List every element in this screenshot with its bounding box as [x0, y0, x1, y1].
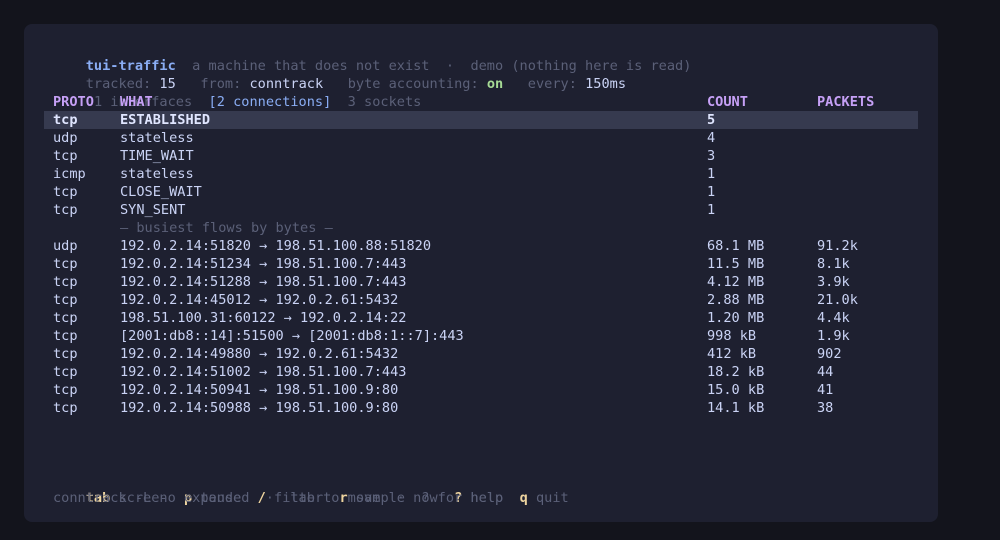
table-row[interactable]: icmp stateless 1: [53, 165, 913, 183]
table-row[interactable]: tcp SYN_SENT 1: [53, 201, 913, 219]
key-quit-label: quit: [535, 490, 569, 506]
byte-accounting-value: on: [486, 76, 504, 92]
table-row[interactable]: tcp 192.0.2.14:51288 → 198.51.100.7:443 …: [53, 273, 913, 291]
table-row[interactable]: tcp [2001:db8::14]:51500 → [2001:db8:1::…: [53, 327, 913, 345]
interval-value: 150ms: [585, 76, 626, 92]
table-row[interactable]: tcp CLOSE_WAIT 1: [53, 183, 913, 201]
title-line: tui-traffic a machine that does not exis…: [53, 39, 692, 74]
flows-divider: — busiest flows by bytes —: [120, 220, 333, 236]
table-row[interactable]: tcp 192.0.2.14:49880 → 192.0.2.61:5432 4…: [53, 345, 913, 363]
table-row[interactable]: tcp 192.0.2.14:50988 → 198.51.100.9:80 1…: [53, 399, 913, 417]
table-row[interactable]: udp 192.0.2.14:51820 → 198.51.100.88:518…: [53, 237, 913, 255]
terminal-window: tui-traffic a machine that does not exis…: [24, 24, 938, 522]
col-count: COUNT: [707, 94, 748, 110]
col-packets: PACKETS: [817, 94, 875, 110]
table-row[interactable]: tcp 198.51.100.31:60122 → 192.0.2.14:22 …: [53, 309, 913, 327]
col-what: WHAT: [120, 94, 153, 110]
table-row[interactable]: tcp 192.0.2.14:45012 → 192.0.2.61:5432 2…: [53, 291, 913, 309]
table-row[interactable]: tcp TIME_WAIT 3: [53, 147, 913, 165]
table-row[interactable]: tcp 192.0.2.14:50941 → 198.51.100.9:80 1…: [53, 381, 913, 399]
status-line: tracked: 15 from: conntrack byte account…: [53, 57, 626, 92]
table-row[interactable]: tcp 192.0.2.14:51002 → 198.51.100.7:443 …: [53, 363, 913, 381]
table-row[interactable]: tcp 192.0.2.14:51234 → 198.51.100.7:443 …: [53, 255, 913, 273]
table-row[interactable]: tcp ESTABLISHED 5: [53, 111, 913, 129]
table-header: PROTO WHAT COUNT PACKETS: [53, 93, 913, 111]
keybinding-bar: tab screen p pause / filter r sample now…: [53, 471, 569, 506]
table-row[interactable]: udp stateless 4: [53, 129, 913, 147]
tab-bar: 1 interfaces [2 connections] 3 sockets: [53, 75, 421, 110]
every-label: every:: [527, 76, 577, 92]
col-proto: PROTO: [53, 94, 94, 110]
footer-hint: conntrack -L -o extended · tab to move ·…: [53, 490, 504, 506]
key-quit[interactable]: q: [520, 490, 528, 506]
